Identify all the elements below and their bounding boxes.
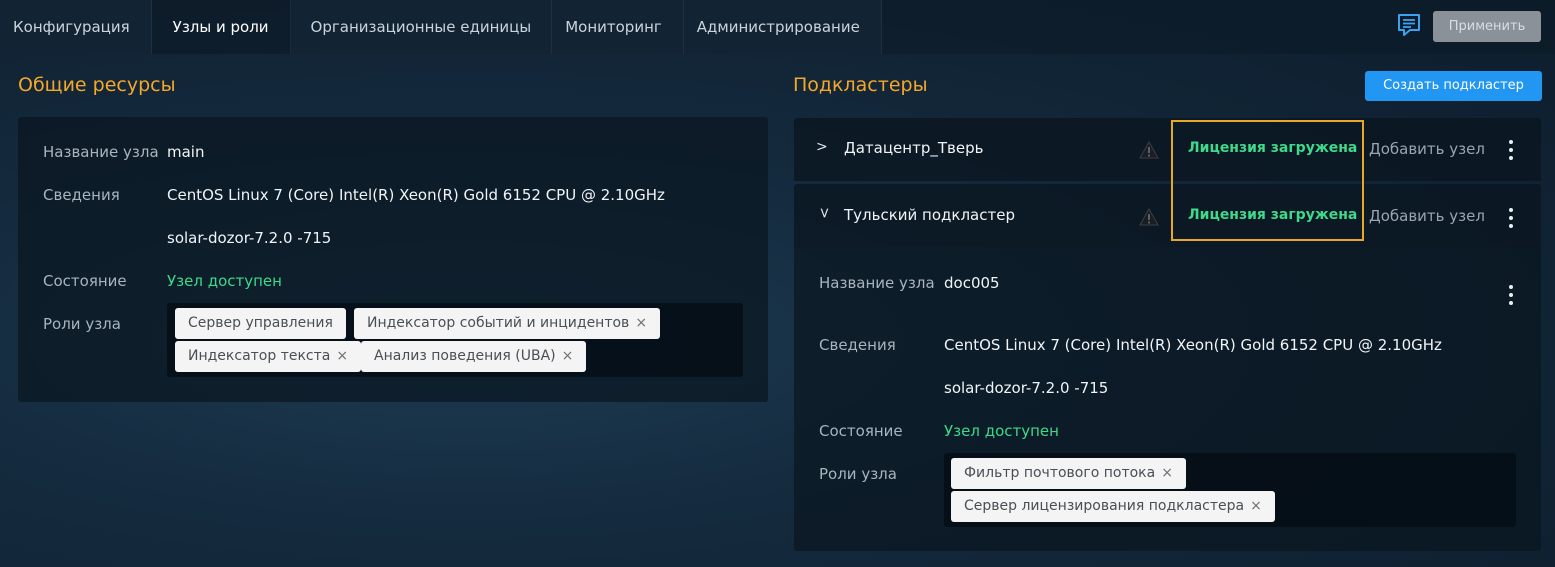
cpu-value: Intel(R) Xeon(R) Gold 6152 CPU @ 2.10GHz	[339, 186, 665, 204]
add-node-button[interactable]: Добавить узел	[1369, 207, 1485, 225]
state-value: Узел доступен	[944, 422, 1059, 440]
warning-icon	[1139, 141, 1159, 159]
chat-icon[interactable]	[1396, 12, 1422, 38]
node-name-value: main	[167, 143, 205, 161]
remove-icon[interactable]: ×	[635, 315, 647, 331]
remove-icon[interactable]: ×	[562, 348, 574, 364]
version-value: solar-dozor-7.2.0 -715	[167, 229, 332, 247]
role-chip: Индексатор текста ×	[175, 341, 362, 372]
more-options-icon[interactable]	[1508, 285, 1514, 309]
cpu-value: Intel(R) Xeon(R) Gold 6152 CPU @ 2.10GHz	[1116, 336, 1442, 354]
os-value: CentOS Linux 7 (Core)	[167, 186, 335, 204]
info-label: Сведения	[43, 186, 120, 204]
roles-label: Роли узла	[819, 465, 897, 483]
state-label: Состояние	[43, 272, 127, 290]
subclusters-title: Подкластеры	[793, 74, 928, 96]
tab-monitoring[interactable]: Мониторинг	[552, 0, 684, 54]
top-navigation-bar: Конфигурация Узлы и роли Организационные…	[0, 0, 1555, 54]
subcluster-node-card: Название узла doc005 Сведения CentOS Lin…	[794, 247, 1541, 551]
remove-icon[interactable]: ×	[1161, 465, 1173, 481]
roles-input[interactable]: Сервер управления Индексатор событий и и…	[167, 303, 743, 377]
role-chip: Сервер управления	[175, 308, 346, 339]
apply-button[interactable]: Применить	[1433, 11, 1541, 42]
tab-configuration[interactable]: Конфигурация	[0, 0, 152, 54]
node-name-value: doc005	[944, 274, 1000, 292]
role-chip: Фильтр почтового потока ×	[951, 458, 1186, 489]
role-chip-label: Сервер управления	[188, 315, 333, 331]
role-chip-label: Индексатор событий и инцидентов	[367, 315, 630, 331]
os-value: CentOS Linux 7 (Core)	[944, 336, 1112, 354]
main-tabs: Конфигурация Узлы и роли Организационные…	[0, 0, 882, 54]
subcluster-row[interactable]: > Датацентр_Тверь Лицензия загружена Доб…	[794, 118, 1541, 181]
node-name-label: Название узла	[43, 143, 159, 161]
chevron-down-icon[interactable]: >	[816, 207, 832, 219]
license-status: Лицензия загружена	[1188, 207, 1358, 223]
subcluster-row[interactable]: > Тульский подкластер Лицензия загружена…	[794, 184, 1541, 247]
role-chip: Анализ поведения (UBA) ×	[361, 341, 587, 372]
remove-icon[interactable]: ×	[336, 348, 348, 364]
roles-input[interactable]: Фильтр почтового потока × Сервер лицензир…	[944, 453, 1516, 527]
role-chip-label: Индексатор текста	[188, 348, 331, 364]
shared-resources-title: Общие ресурсы	[18, 74, 176, 96]
tab-nodes-and-roles[interactable]: Узлы и роли	[151, 0, 291, 54]
role-chip: Сервер лицензирования подкластера ×	[951, 491, 1275, 522]
role-chip-label: Фильтр почтового потока	[964, 465, 1156, 481]
subcluster-name: Датацентр_Тверь	[844, 139, 984, 157]
version-value: solar-dozor-7.2.0 -715	[944, 379, 1109, 397]
state-label: Состояние	[819, 422, 903, 440]
state-value: Узел доступен	[167, 272, 282, 290]
roles-label: Роли узла	[43, 315, 121, 333]
license-status: Лицензия загружена	[1188, 140, 1358, 156]
tab-administration[interactable]: Администрирование	[683, 0, 882, 54]
tab-org-units[interactable]: Организационные единицы	[290, 0, 553, 54]
subcluster-name: Тульский подкластер	[844, 206, 1015, 224]
more-options-icon[interactable]	[1508, 140, 1514, 164]
chevron-right-icon[interactable]: >	[816, 139, 828, 155]
create-subcluster-button[interactable]: Создать подкластер	[1365, 71, 1542, 101]
remove-icon[interactable]: ×	[1250, 498, 1262, 514]
role-chip: Индексатор событий и инцидентов ×	[354, 308, 661, 339]
add-node-button[interactable]: Добавить узел	[1369, 140, 1485, 158]
warning-icon	[1139, 208, 1159, 226]
role-chip-label: Сервер лицензирования подкластера	[964, 498, 1245, 514]
more-options-icon[interactable]	[1508, 208, 1514, 232]
node-name-label: Название узла	[819, 274, 935, 292]
shared-node-card: Название узла main Сведения CentOS Linux…	[18, 117, 768, 402]
info-label: Сведения	[819, 336, 896, 354]
role-chip-label: Анализ поведения (UBA)	[374, 348, 556, 364]
